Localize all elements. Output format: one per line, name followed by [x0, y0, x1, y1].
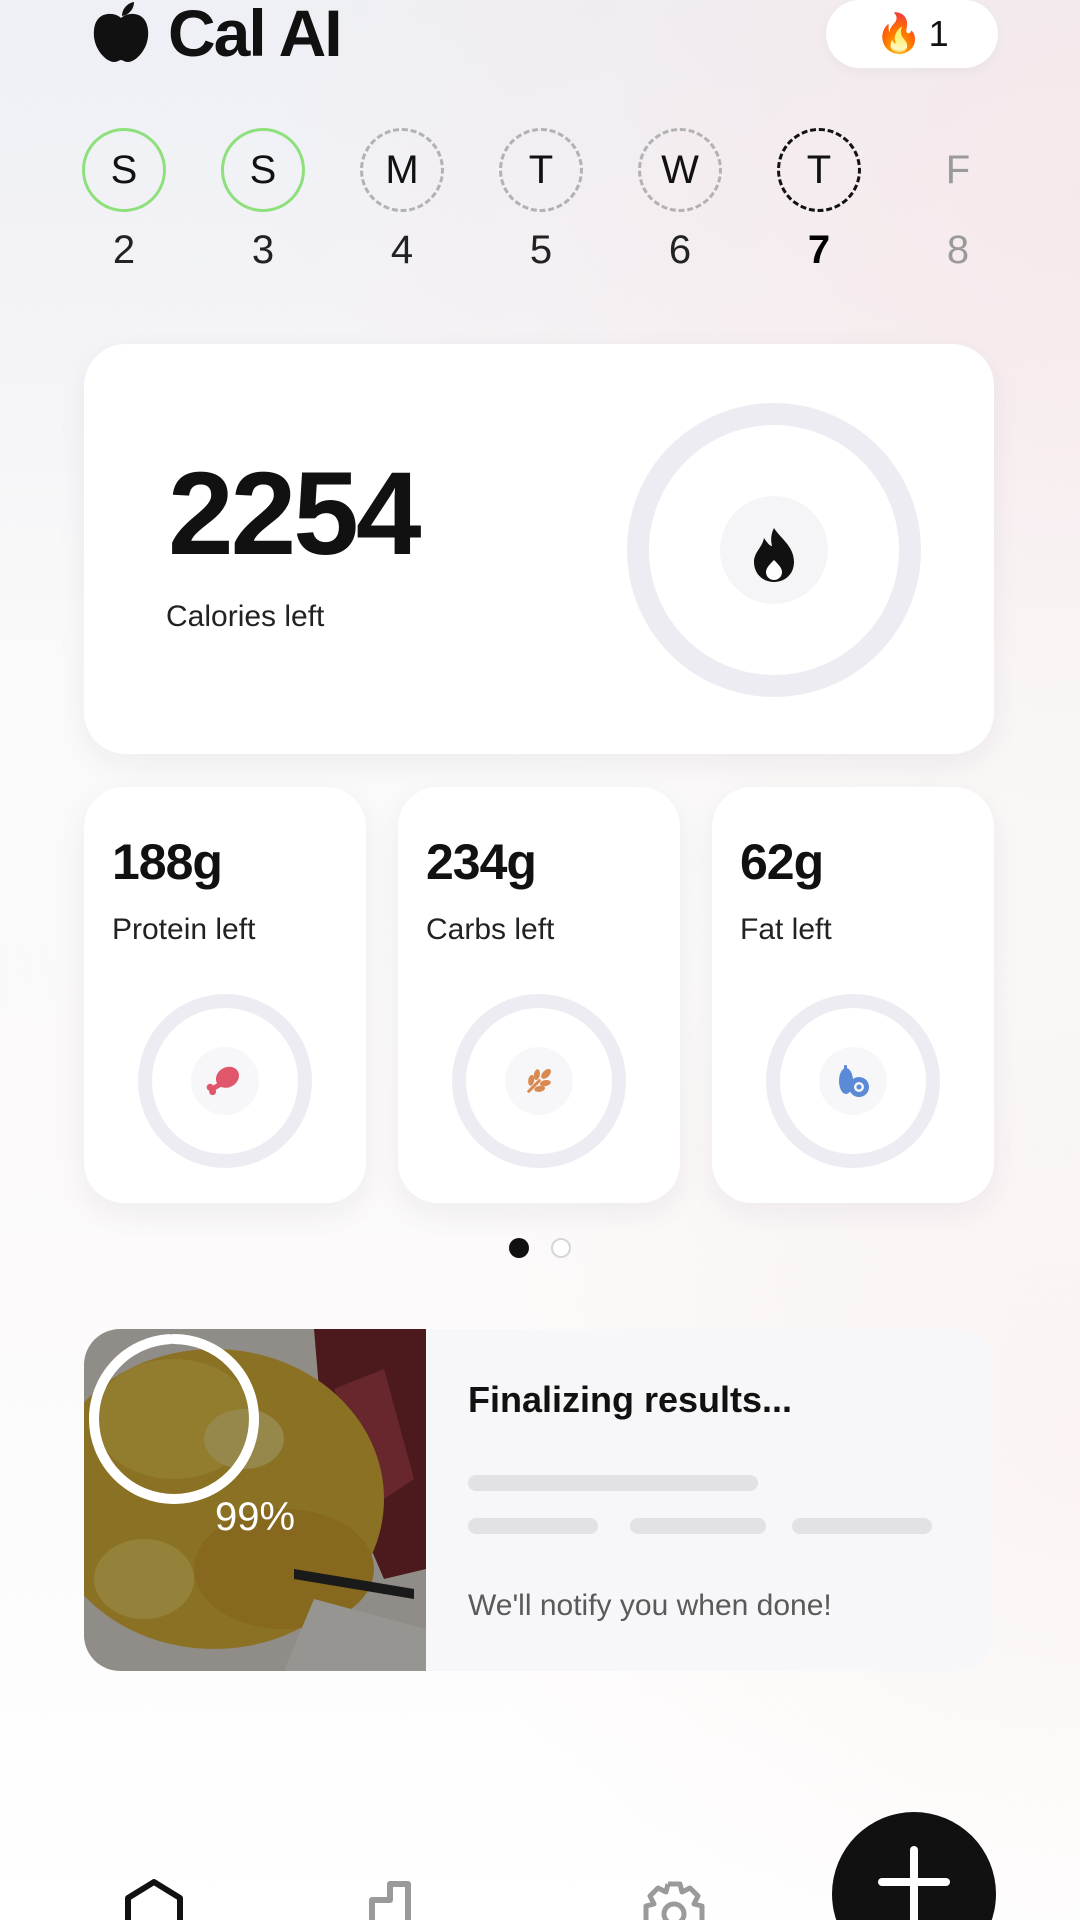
fat-label: Fat left: [740, 913, 832, 946]
day-letter: T: [777, 128, 861, 212]
skeleton-line: [630, 1518, 766, 1534]
streak-badge[interactable]: 🔥 1: [826, 0, 998, 68]
day-item[interactable]: W 6: [636, 128, 724, 273]
day-letter: W: [638, 128, 722, 212]
protein-progress-ring: [138, 994, 312, 1168]
app-title: Cal AI: [168, 0, 343, 70]
day-item[interactable]: S 2: [80, 128, 168, 273]
protein-card[interactable]: 188g Protein left: [84, 787, 366, 1203]
flame-icon: 🔥: [875, 13, 923, 55]
day-item-today[interactable]: T 7: [775, 128, 863, 273]
day-date: 4: [390, 228, 414, 272]
calories-label: Calories left: [166, 600, 325, 633]
pager-dot[interactable]: [551, 1238, 571, 1258]
scan-percent: 99%: [214, 1494, 296, 1539]
apple-icon: [93, 2, 149, 62]
pager-dot-active[interactable]: [509, 1238, 529, 1258]
day-letter: T: [499, 128, 583, 212]
add-button[interactable]: [832, 1812, 996, 1920]
carbs-progress-ring: [452, 994, 626, 1168]
scan-title: Finalizing results...: [468, 1379, 793, 1420]
day-item[interactable]: M 4: [358, 128, 446, 273]
skeleton-line: [792, 1518, 932, 1534]
day-date: 5: [529, 228, 553, 272]
food-photo: 99%: [84, 1329, 426, 1671]
calories-value: 2254: [168, 448, 422, 580]
day-date: 8: [946, 228, 970, 272]
pager-dots: [0, 1238, 1080, 1258]
day-letter: M: [360, 128, 444, 212]
day-letter: F: [945, 147, 971, 192]
calories-progress-ring: [627, 403, 921, 697]
carbs-card[interactable]: 234g Carbs left: [398, 787, 680, 1203]
day-date: 2: [112, 228, 136, 272]
home-icon[interactable]: [122, 1878, 186, 1920]
day-item[interactable]: S 3: [219, 128, 307, 273]
settings-gear-icon[interactable]: [642, 1878, 706, 1920]
plus-icon: [878, 1846, 950, 1920]
fat-card[interactable]: 62g Fat left: [712, 787, 994, 1203]
carbs-label: Carbs left: [426, 913, 555, 946]
day-letter: S: [82, 128, 166, 212]
progress-icon[interactable]: [368, 1878, 432, 1920]
calories-card[interactable]: 2254 Calories left: [84, 344, 994, 754]
day-date: 7: [807, 228, 831, 272]
carbs-value: 234g: [426, 834, 537, 890]
analyzing-food-card[interactable]: 99% Finalizing results... We'll notify y…: [84, 1329, 994, 1671]
header: Cal AI 🔥 1: [88, 0, 998, 70]
day-item[interactable]: F 8: [914, 128, 1002, 273]
fat-progress-ring: [766, 994, 940, 1168]
protein-value: 188g: [112, 834, 223, 890]
app-logo: Cal AI: [88, 0, 343, 70]
skeleton-line: [468, 1518, 598, 1534]
scan-note: We'll notify you when done!: [468, 1589, 832, 1622]
day-date: 3: [251, 228, 275, 272]
skeleton-line: [468, 1475, 758, 1491]
streak-count: 1: [928, 13, 949, 54]
week-strip: S 2 S 3 M 4 T 5 W 6 T 7 F 8: [80, 128, 1000, 278]
fat-value: 62g: [740, 834, 824, 890]
day-letter: S: [221, 128, 305, 212]
protein-label: Protein left: [112, 913, 256, 946]
day-date: 6: [668, 228, 692, 272]
day-item[interactable]: T 5: [497, 128, 585, 273]
